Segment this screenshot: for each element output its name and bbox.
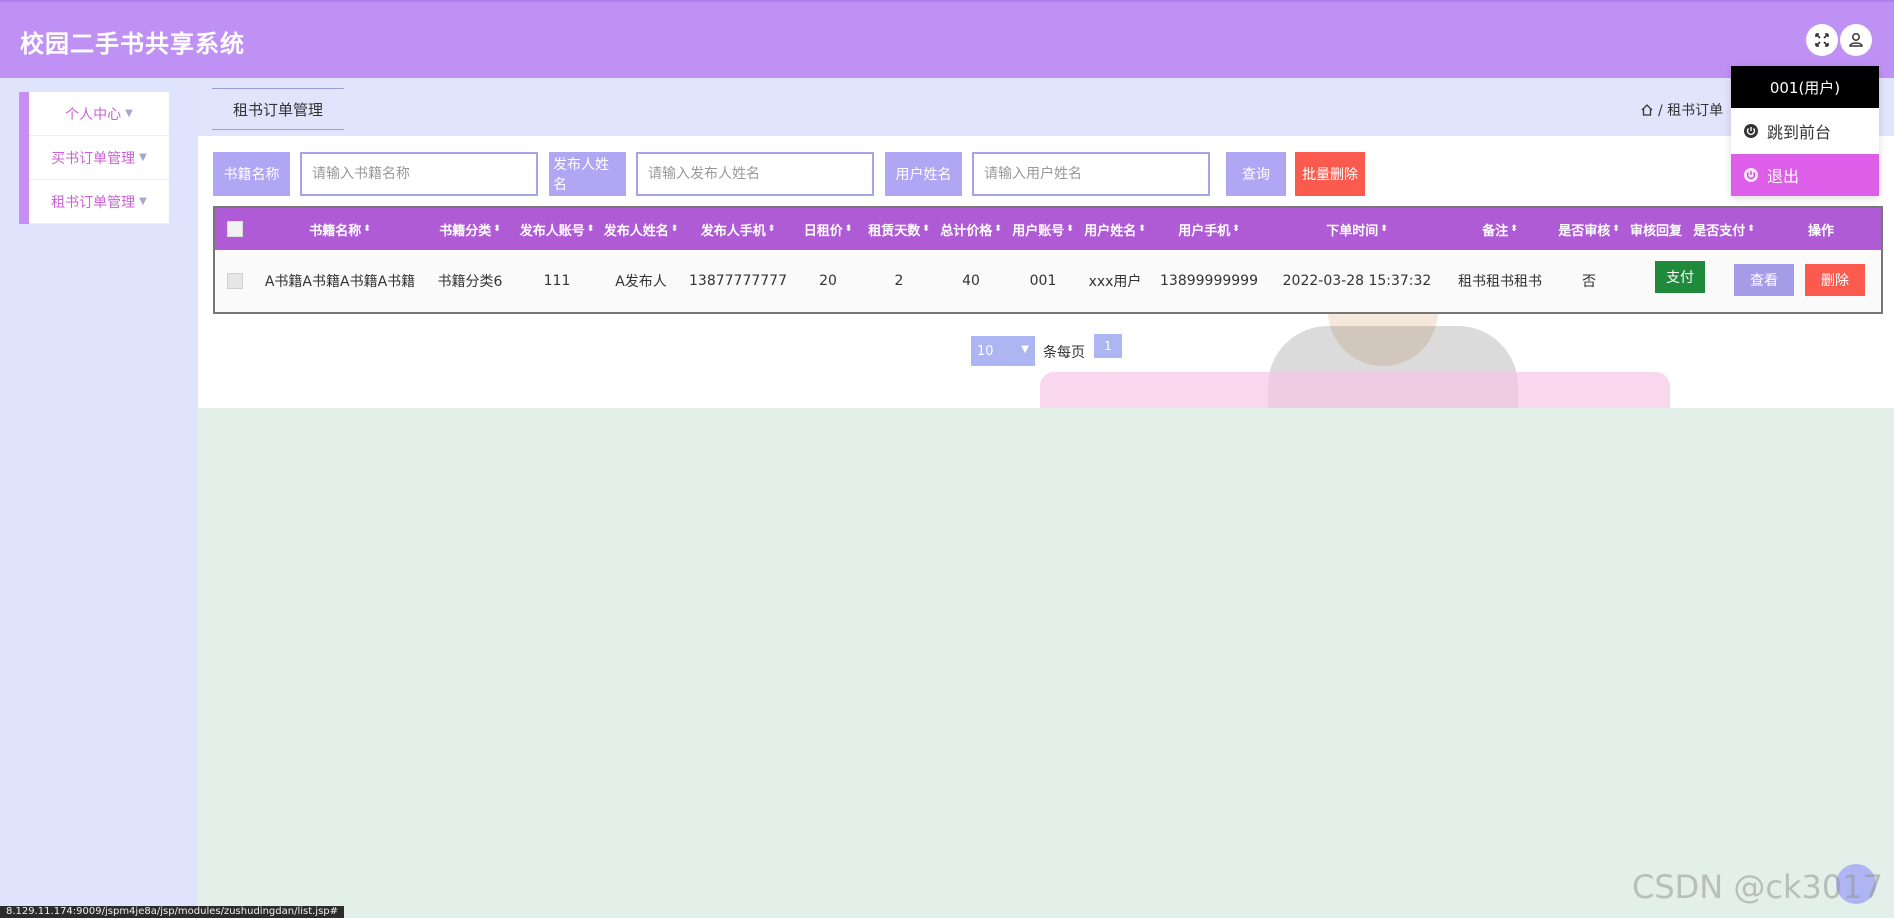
column-header[interactable]: 下单时间 ⬍ [1267, 208, 1447, 250]
sidebar: 个人中心 ▼ 买书订单管理 ▼ 租书订单管理 ▼ [19, 92, 169, 224]
sort-icon: ⬍ [670, 224, 679, 234]
sort-icon: ⬍ [1232, 224, 1240, 234]
publisher-name-input[interactable] [636, 152, 874, 196]
sort-icon: ⬍ [1138, 224, 1146, 234]
goto-front-menu-item[interactable]: 跳到前台 [1731, 110, 1879, 152]
sidebar-item-label: 买书订单管理 [51, 150, 136, 167]
pay-button[interactable]: 支付 [1655, 261, 1705, 293]
cell-user-name: xxx用户 [1088, 274, 1142, 290]
watermark: CSDN @ck3017 [1632, 868, 1883, 906]
column-header[interactable]: 发布人手机 ⬍ [683, 208, 793, 250]
view-button[interactable]: 查看 [1734, 264, 1794, 296]
user-name-input[interactable] [972, 152, 1210, 196]
query-button[interactable]: 查询 [1226, 152, 1286, 196]
sidebar-item-label: 个人中心 [65, 106, 122, 123]
chevron-down-icon: ▼ [139, 152, 147, 163]
cell-daily-price: 20 [819, 273, 837, 289]
batch-delete-button[interactable]: 批量删除 [1295, 152, 1365, 196]
sort-icon: ⬍ [586, 224, 595, 234]
orders-table: 书籍名称 ⬍ 书籍分类 ⬍ 发布人账号 ⬍ 发布人姓名 ⬍ 发布人手机 ⬍ 日租价 ⬍ 租赁… [213, 206, 1883, 314]
cell-publisher-phone: 13877777777 [689, 273, 787, 289]
sidebar-item-label: 租书订单管理 [51, 194, 136, 211]
app-title: 校园二手书共享系统 [20, 30, 245, 58]
delete-button[interactable]: 删除 [1805, 264, 1865, 296]
chevron-down-icon: ▼ [139, 196, 147, 207]
status-bar-url: 8.129.11.174:9009/jspm4je8a/jsp/modules/… [0, 906, 345, 918]
home-icon[interactable] [1640, 103, 1654, 117]
sort-icon: ⬍ [844, 224, 853, 234]
sort-icon: ⬍ [922, 224, 930, 234]
sidebar-item-buy-orders[interactable]: 买书订单管理 ▼ [29, 136, 169, 180]
page-size-select[interactable]: 10 ▼ [971, 336, 1035, 366]
page-number-button[interactable]: 1 [1094, 334, 1122, 358]
background-illustration [1040, 372, 1670, 408]
search-label-book-name: 书籍名称 [213, 152, 290, 196]
sort-icon: ⬍ [767, 224, 776, 234]
cell-publisher-name: A发布人 [615, 274, 667, 290]
column-header[interactable]: 发布人姓名 ⬍ [599, 208, 683, 250]
power-icon [1744, 168, 1758, 182]
column-header[interactable]: 用户姓名 ⬍ [1079, 208, 1151, 250]
column-header[interactable]: 是否审核 ⬍ [1553, 208, 1625, 250]
column-header[interactable]: 是否支付 ⬍ [1687, 208, 1761, 250]
per-page-label: 条每页 [1043, 345, 1085, 361]
user-icon[interactable] [1840, 24, 1872, 56]
cell-publisher-account: 111 [543, 273, 571, 289]
search-label-user-name: 用户姓名 [885, 152, 962, 196]
cell-total: 40 [962, 273, 980, 289]
cell-remark: 租书租书租书 [1458, 274, 1542, 290]
page-title: 租书订单管理 [212, 88, 344, 130]
fullscreen-icon[interactable] [1806, 24, 1838, 56]
sort-icon: ⬍ [493, 224, 501, 234]
column-header[interactable]: 日租价 ⬍ [793, 208, 863, 250]
sort-icon: ⬍ [1380, 224, 1388, 234]
power-icon [1744, 124, 1758, 138]
select-all-checkbox[interactable] [215, 208, 255, 250]
column-header[interactable]: 用户手机 ⬍ [1151, 208, 1267, 250]
breadcrumb-current: / 租书订单 [1658, 103, 1724, 119]
row-checkbox[interactable] [215, 250, 255, 312]
column-header[interactable]: 发布人账号 ⬍ [515, 208, 599, 250]
top-bar: 校园二手书共享系统 [0, 0, 1894, 78]
sort-icon: ⬍ [1510, 224, 1518, 234]
book-name-input[interactable] [300, 152, 538, 196]
cell-category: 书籍分类6 [437, 274, 503, 290]
sort-icon: ⬍ [1747, 224, 1755, 234]
column-header[interactable]: 租赁天数 ⬍ [863, 208, 935, 250]
table-header: 书籍名称 ⬍ 书籍分类 ⬍ 发布人账号 ⬍ 发布人姓名 ⬍ 发布人手机 ⬍ 日租价 ⬍ 租赁… [215, 208, 1881, 250]
search-label-publisher-name: 发布人姓名 [549, 152, 626, 196]
column-header[interactable]: 总计价格 ⬍ [935, 208, 1007, 250]
sort-icon: ⬍ [363, 224, 371, 234]
user-dropdown-menu: 001(用户) 跳到前台 退出 [1731, 66, 1879, 196]
cell-user-phone: 13899999999 [1160, 273, 1258, 289]
column-header[interactable]: 备注 ⬍ [1447, 208, 1553, 250]
chevron-down-icon: ▼ [125, 108, 133, 119]
sidebar-item-rent-orders[interactable]: 租书订单管理 ▼ [29, 180, 169, 224]
logout-menu-item[interactable]: 退出 [1731, 154, 1879, 196]
cell-order-time: 2022-03-28 15:37:32 [1282, 273, 1432, 289]
table-row: A书籍A书籍A书籍A书籍 书籍分类6 111 A发布人 13877777777 … [215, 250, 1881, 312]
cell-days: 2 [894, 273, 904, 289]
sidebar-item-personal-center[interactable]: 个人中心 ▼ [29, 92, 169, 136]
sort-icon: ⬍ [1066, 224, 1074, 234]
sort-icon: ⬍ [994, 224, 1002, 234]
sort-icon: ⬍ [1612, 224, 1620, 234]
column-header[interactable]: 书籍分类 ⬍ [425, 208, 515, 250]
breadcrumb: / 租书订单 [1640, 100, 1723, 120]
cell-audited: 否 [1582, 274, 1596, 290]
chevron-down-icon: ▼ [1021, 344, 1029, 355]
column-header[interactable]: 审核回复 [1625, 208, 1687, 250]
column-header[interactable]: 书籍名称 ⬍ [255, 208, 425, 250]
dropdown-user-name: 001(用户) [1731, 66, 1879, 108]
column-header[interactable]: 用户账号 ⬍ [1007, 208, 1079, 250]
cell-user-account: 001 [1029, 273, 1057, 289]
column-header: 操作 [1807, 223, 1834, 239]
cell-book-name: A书籍A书籍A书籍A书籍 [264, 274, 416, 290]
